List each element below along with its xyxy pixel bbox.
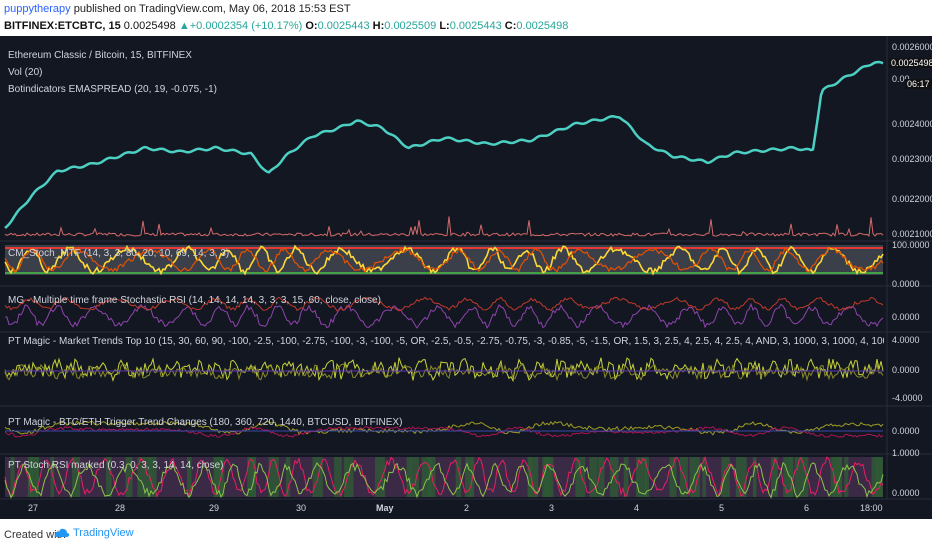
y-tick: 0.0026000 xyxy=(892,42,932,52)
trigger-title: PT Magic - BTC/ETH Trigger Trend Changes… xyxy=(8,417,403,428)
close-value: 0.0025498 xyxy=(516,20,569,32)
x-tick: 28 xyxy=(115,503,126,513)
x-tick: 6 xyxy=(804,503,810,513)
x-tick: 4 xyxy=(634,503,640,513)
rsi-marked-zone xyxy=(427,457,436,497)
x-tick: 5 xyxy=(719,503,725,513)
y-tick: 0.0022000 xyxy=(892,194,932,204)
price-change: ▲+0.0002354 (+10.17%) xyxy=(178,20,303,32)
rsi-tick: 0.0000 xyxy=(892,488,920,498)
x-tick: 27 xyxy=(28,503,39,513)
stoch-rsi-title: PT Stoch RSI marked (0.3, 0, 3, 3, 14, 1… xyxy=(8,460,224,471)
stoch-mtf-title: CM_Stoch_MTF (14, 3, 3, 80, 20, 10, 69, … xyxy=(8,248,230,259)
rsi-marked-zone xyxy=(268,457,279,497)
y-tick: 0.0021000 xyxy=(892,229,932,239)
author-link[interactable]: puppytherapy xyxy=(4,3,71,15)
vol-label: Vol (20) xyxy=(8,67,43,78)
tradingview-logo-link[interactable]: TradingView xyxy=(54,527,134,539)
chart-area[interactable]: Ethereum Classic / Bitcoin, 15, BITFINEX… xyxy=(0,36,932,519)
rsi-marked-zone xyxy=(735,457,747,497)
open-label: O: xyxy=(305,20,318,32)
trigger-tick: 0.0000 xyxy=(892,426,920,436)
mg-tick: 0.0000 xyxy=(892,312,920,322)
rsi-marked-zone xyxy=(528,457,539,497)
rsi-marked-zone xyxy=(410,457,419,497)
close-label: C: xyxy=(504,20,517,32)
trend-tick: 0.0000 xyxy=(892,365,920,375)
main-title: Ethereum Classic / Bitcoin, 15, BITFINEX xyxy=(8,50,192,61)
rsi-marked-zone xyxy=(544,457,554,497)
mg-stoch-title: MG - Multiple time frame Stochastic RSI … xyxy=(8,295,381,306)
last-price: 0.0025498 xyxy=(123,20,176,32)
mg-line-a xyxy=(4,302,884,329)
countdown-tag: 06:17 xyxy=(905,79,932,89)
trend-tick: 4.0000 xyxy=(892,335,920,345)
publish-line: puppytherapy published on TradingView.co… xyxy=(4,3,351,15)
last-price-tag: 0.0025498 xyxy=(889,58,932,68)
volume-bars xyxy=(4,216,884,238)
rsi-marked-zone xyxy=(679,457,688,497)
trend-tick: -4.0000 xyxy=(892,393,923,403)
trend-line-b xyxy=(4,362,884,382)
published-text: published on TradingView.com, May 06, 20… xyxy=(73,3,351,15)
x-tick: 18:00 xyxy=(860,503,883,513)
high-label: H: xyxy=(372,20,385,32)
stoch-tick: 100.0000 xyxy=(892,240,930,250)
high-value: 0.0025509 xyxy=(384,20,437,32)
rsi-tick: 1.0000 xyxy=(892,448,920,458)
y-tick: 0.0024000 xyxy=(892,119,932,129)
x-tick: 3 xyxy=(549,503,555,513)
rsi-marked-zone xyxy=(721,457,730,497)
ohlc-line: BITFINEX:ETCBTC, 15 0.0025498 ▲+0.000235… xyxy=(4,20,568,32)
open-value: 0.0025443 xyxy=(317,20,370,32)
symbol-label: BITFINEX:ETCBTC, 15 xyxy=(4,20,121,32)
chart-canvas[interactable] xyxy=(0,36,932,519)
stoch-tick: 0.0000 xyxy=(892,279,920,289)
y-tick: 0.0023000 xyxy=(892,154,932,164)
header: puppytherapy published on TradingView.co… xyxy=(0,0,932,36)
rsi-marked-zone xyxy=(794,457,801,497)
rsi-marked-zone xyxy=(669,457,677,497)
market-trends-title: PT Magic - Market Trends Top 10 (15, 30,… xyxy=(8,336,884,347)
low-value: 0.0025443 xyxy=(449,20,502,32)
low-label: L: xyxy=(439,20,450,32)
x-tick: May xyxy=(376,503,394,513)
tradingview-brand: TradingView xyxy=(73,527,134,539)
footer: Created with TradingView xyxy=(0,519,932,550)
x-tick: 2 xyxy=(464,503,470,513)
x-tick: 30 xyxy=(296,503,307,513)
rsi-marked-zone xyxy=(575,457,586,497)
x-tick: 29 xyxy=(209,503,220,513)
ema-indicator-label: Botindicators EMASPREAD (20, 19, -0.075,… xyxy=(8,84,217,95)
trigger-line-b xyxy=(4,425,884,438)
tradingview-cloud-icon xyxy=(54,528,70,537)
